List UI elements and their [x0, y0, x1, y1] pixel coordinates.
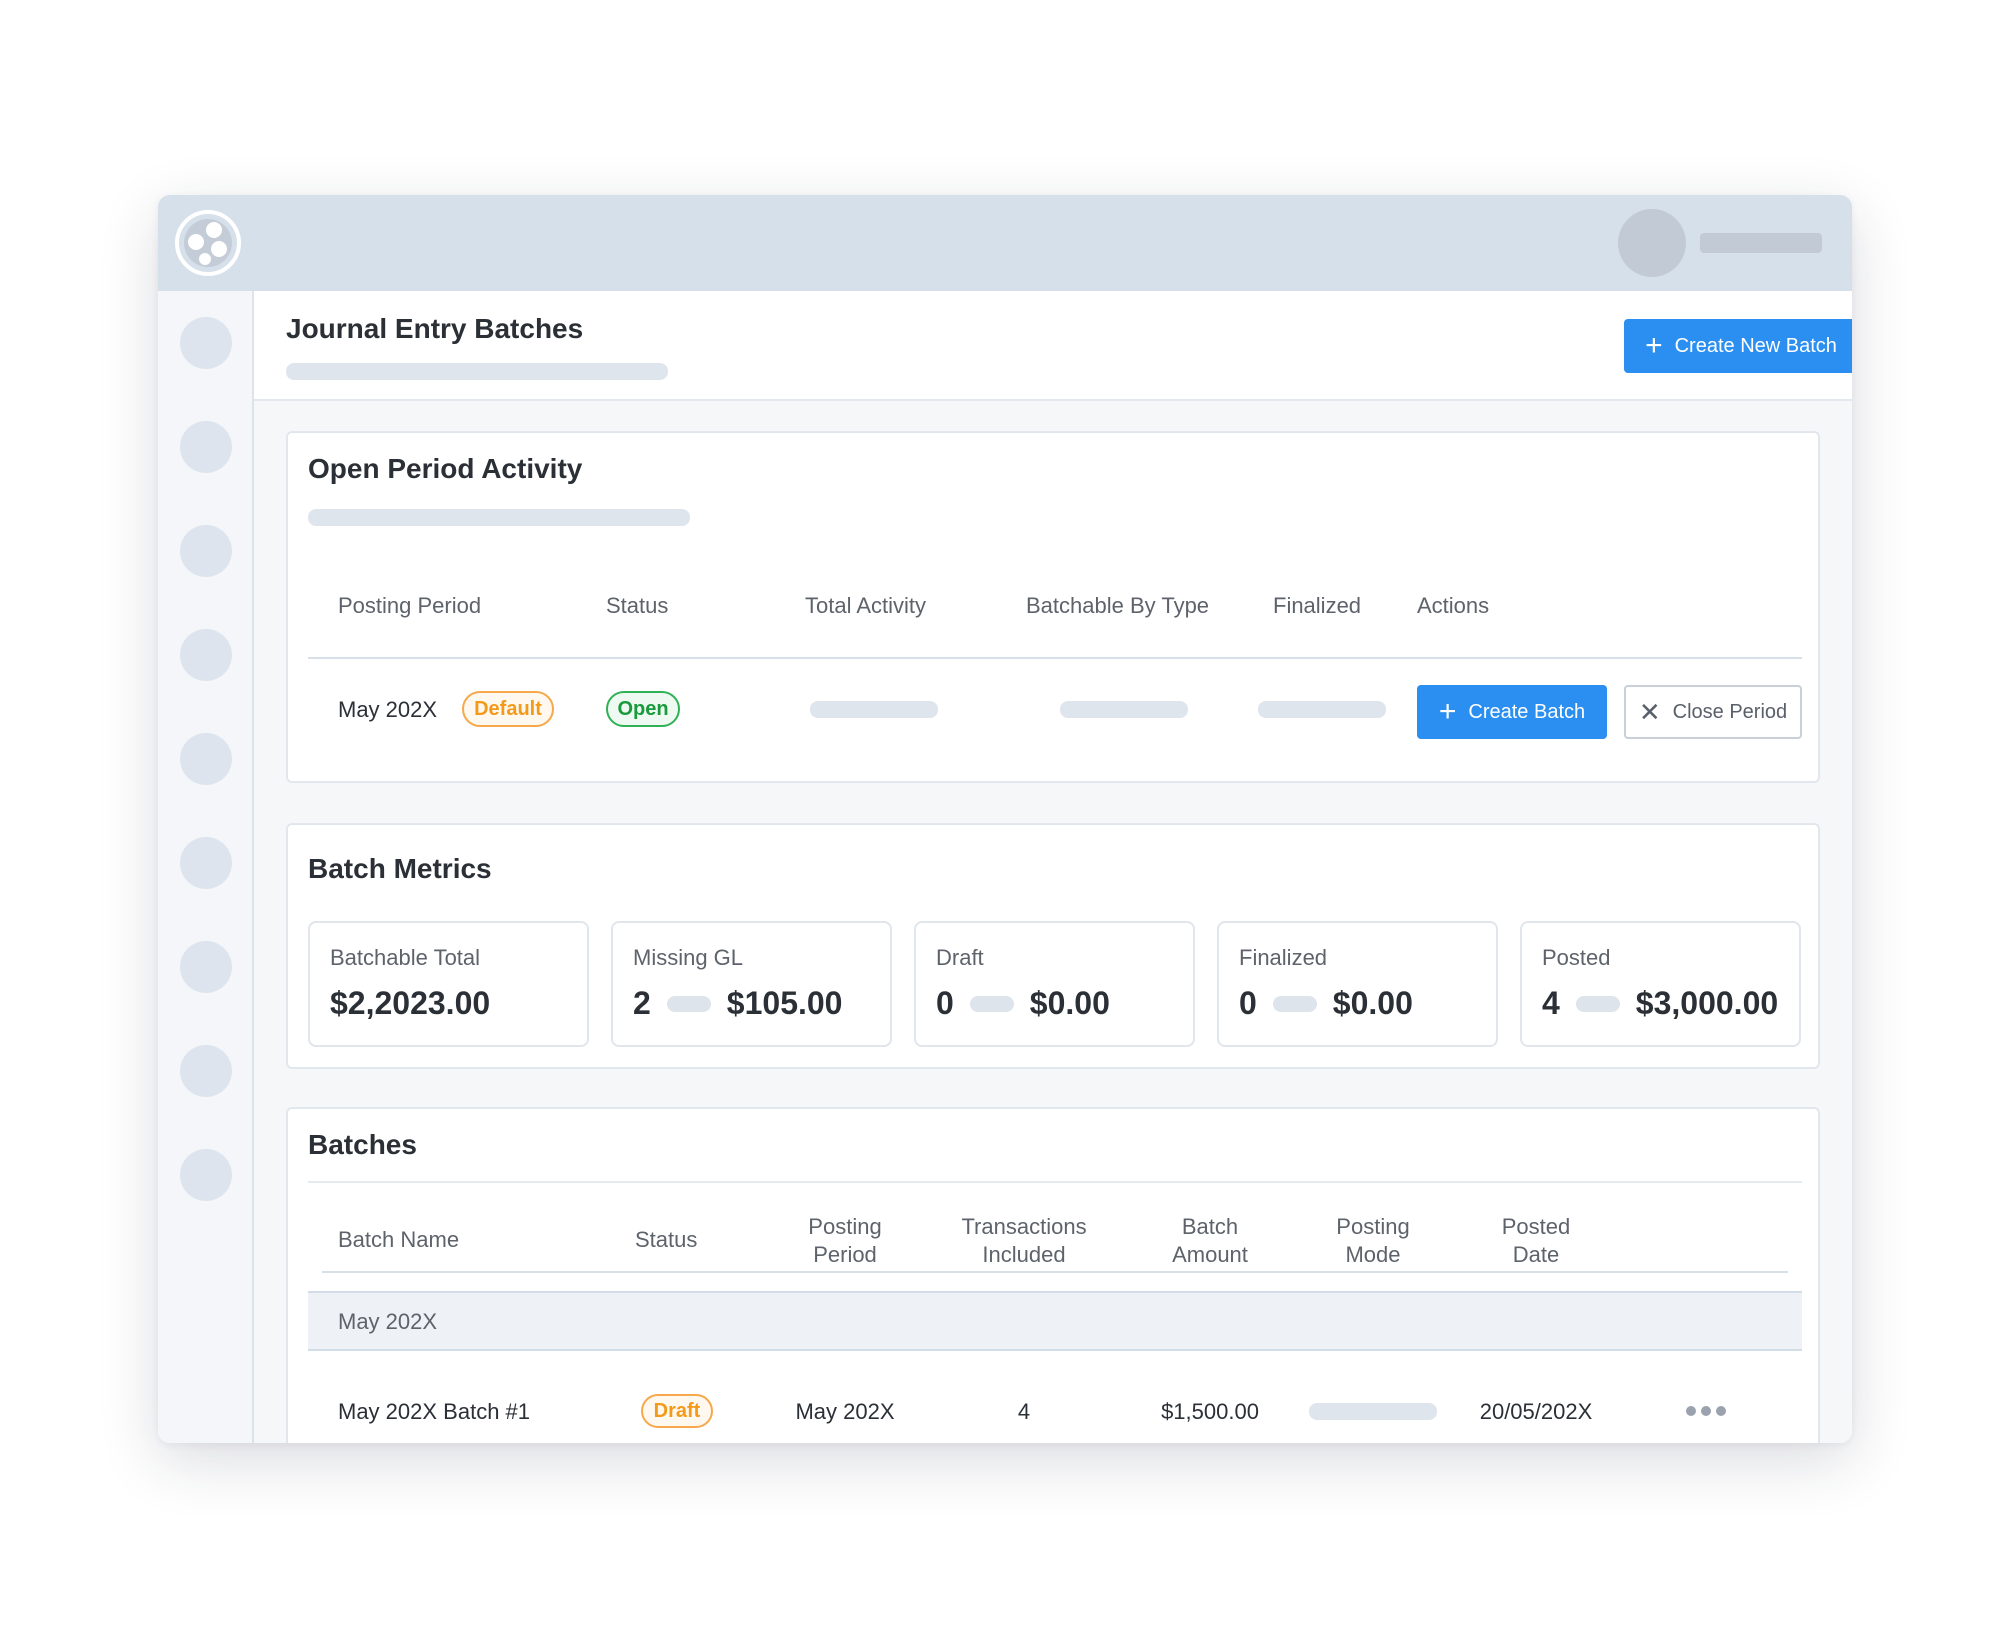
metric-amount: $3,000.00: [1635, 985, 1779, 1021]
col-posting-period: Posting Period: [338, 593, 482, 618]
batches-title: Batches: [308, 1129, 417, 1160]
app-logo-icon[interactable]: [174, 209, 242, 277]
metric-pill-placeholder: [1575, 995, 1620, 1012]
main-content: Journal Entry Batches + Create New Batch…: [254, 291, 1852, 1443]
sidebar-item-6[interactable]: [180, 837, 232, 889]
create-new-batch-label: Create New Batch: [1674, 334, 1837, 357]
finalized-placeholder: [1258, 701, 1386, 718]
batch-metrics-card: Batch Metrics Batchable Total $2,2023.00…: [286, 823, 1820, 1069]
sidebar-item-2[interactable]: [180, 421, 232, 473]
col-posting-period: Posting Period: [808, 1214, 882, 1267]
status-badge: Draft: [641, 1394, 713, 1428]
metric-label: Finalized: [1239, 945, 1328, 970]
user-name-placeholder: [1700, 233, 1822, 253]
metric-pill-placeholder: [666, 995, 711, 1012]
posted-date-value: 20/05/202X: [1479, 1399, 1593, 1424]
metric-label: Batchable Total: [330, 945, 481, 970]
col-finalized: Finalized: [1273, 593, 1362, 618]
metric-label: Missing GL: [633, 945, 744, 970]
batch-metrics-title: Batch Metrics: [308, 853, 492, 884]
avatar[interactable]: [1618, 209, 1686, 277]
create-batch-label: Create Batch: [1468, 700, 1586, 723]
create-batch-button[interactable]: + Create Batch: [1417, 685, 1607, 739]
app-window: Journal Entry Batches + Create New Batch…: [158, 195, 1852, 1443]
col-posting-mode: Posting Mode: [1336, 1214, 1410, 1267]
group-row[interactable]: May 202X: [308, 1291, 1802, 1351]
batchable-by-type-placeholder: [1060, 701, 1188, 718]
sidebar-item-5[interactable]: [180, 733, 232, 785]
more-dots-icon[interactable]: [1686, 1406, 1726, 1416]
metric-posted[interactable]: Posted 4 $3,000.00: [1520, 921, 1801, 1047]
batches-card: Batches Batch Name Status Posting Period…: [286, 1107, 1820, 1443]
metric-amount: $0.00: [1029, 985, 1110, 1021]
title-divider: [308, 1181, 1802, 1183]
metric-amount: $2,2023.00: [330, 985, 491, 1021]
plus-icon: +: [1645, 329, 1663, 362]
metric-pill-placeholder: [1272, 995, 1317, 1012]
metric-count: 2: [633, 985, 651, 1021]
col-batchable-by-type: Batchable By Type: [1026, 593, 1210, 618]
col-posted-date: Posted Date: [1501, 1214, 1571, 1267]
col-batch-amount: Batch Amount: [1172, 1214, 1248, 1267]
sidebar-item-9[interactable]: [180, 1149, 232, 1201]
page-header: Journal Entry Batches + Create New Batch: [254, 291, 1852, 401]
col-status: Status: [635, 1227, 698, 1252]
sidebar-item-8[interactable]: [180, 1045, 232, 1097]
metric-label: Posted: [1542, 945, 1611, 970]
sidebar: [158, 291, 254, 1443]
metric-amount: $0.00: [1332, 985, 1413, 1021]
metric-finalized[interactable]: Finalized 0 $0.00: [1217, 921, 1498, 1047]
sidebar-item-7[interactable]: [180, 941, 232, 993]
metric-draft[interactable]: Draft 0 $0.00: [914, 921, 1195, 1047]
top-bar: [158, 195, 1852, 291]
col-actions: Actions: [1417, 593, 1490, 618]
metric-count: 0: [936, 985, 954, 1021]
metric-label: Draft: [936, 945, 984, 970]
posting-period-value: May 202X: [338, 697, 438, 722]
metric-pill-placeholder: [969, 995, 1014, 1012]
open-period-subtitle-placeholder: [308, 509, 690, 526]
open-period-title: Open Period Activity: [308, 453, 583, 484]
default-badge: Default: [462, 691, 554, 727]
posting-mode-placeholder: [1309, 1403, 1437, 1420]
metric-missing-gl[interactable]: Missing GL 2 $105.00: [611, 921, 892, 1047]
sidebar-item-3[interactable]: [180, 525, 232, 577]
col-batch-name: Batch Name: [338, 1227, 460, 1252]
col-transactions-included: Transactions Included: [961, 1214, 1087, 1267]
batch-name[interactable]: May 202X Batch #1: [338, 1399, 530, 1425]
page-subtitle-placeholder: [286, 363, 668, 380]
create-new-batch-button[interactable]: + Create New Batch: [1624, 319, 1852, 373]
transactions-value: 4: [1017, 1399, 1031, 1424]
header-divider: [322, 1271, 1788, 1273]
col-total-activity: Total Activity: [805, 593, 927, 618]
header-divider: [308, 657, 1802, 659]
metric-count: 0: [1239, 985, 1257, 1021]
batch-amount-value: $1,500.00: [1161, 1399, 1259, 1424]
sidebar-item-1[interactable]: [180, 317, 232, 369]
open-period-card: Open Period Activity Posting Period Stat…: [286, 431, 1820, 783]
page-title: Journal Entry Batches: [286, 313, 584, 344]
posting-period-value: May 202X: [795, 1399, 895, 1424]
metric-count: 4: [1542, 985, 1560, 1021]
status-badge: Open: [606, 691, 680, 727]
sidebar-item-4[interactable]: [180, 629, 232, 681]
close-period-button[interactable]: ✕ Close Period: [1624, 685, 1802, 739]
metric-amount: $105.00: [726, 985, 843, 1021]
total-activity-placeholder: [810, 701, 938, 718]
plus-icon: +: [1438, 695, 1457, 728]
metric-batchable-total[interactable]: Batchable Total $2,2023.00: [308, 921, 589, 1047]
close-period-label: Close Period: [1672, 700, 1788, 723]
col-status: Status: [606, 593, 669, 618]
close-icon: ✕: [1638, 697, 1661, 727]
group-label: May 202X: [338, 1309, 438, 1334]
